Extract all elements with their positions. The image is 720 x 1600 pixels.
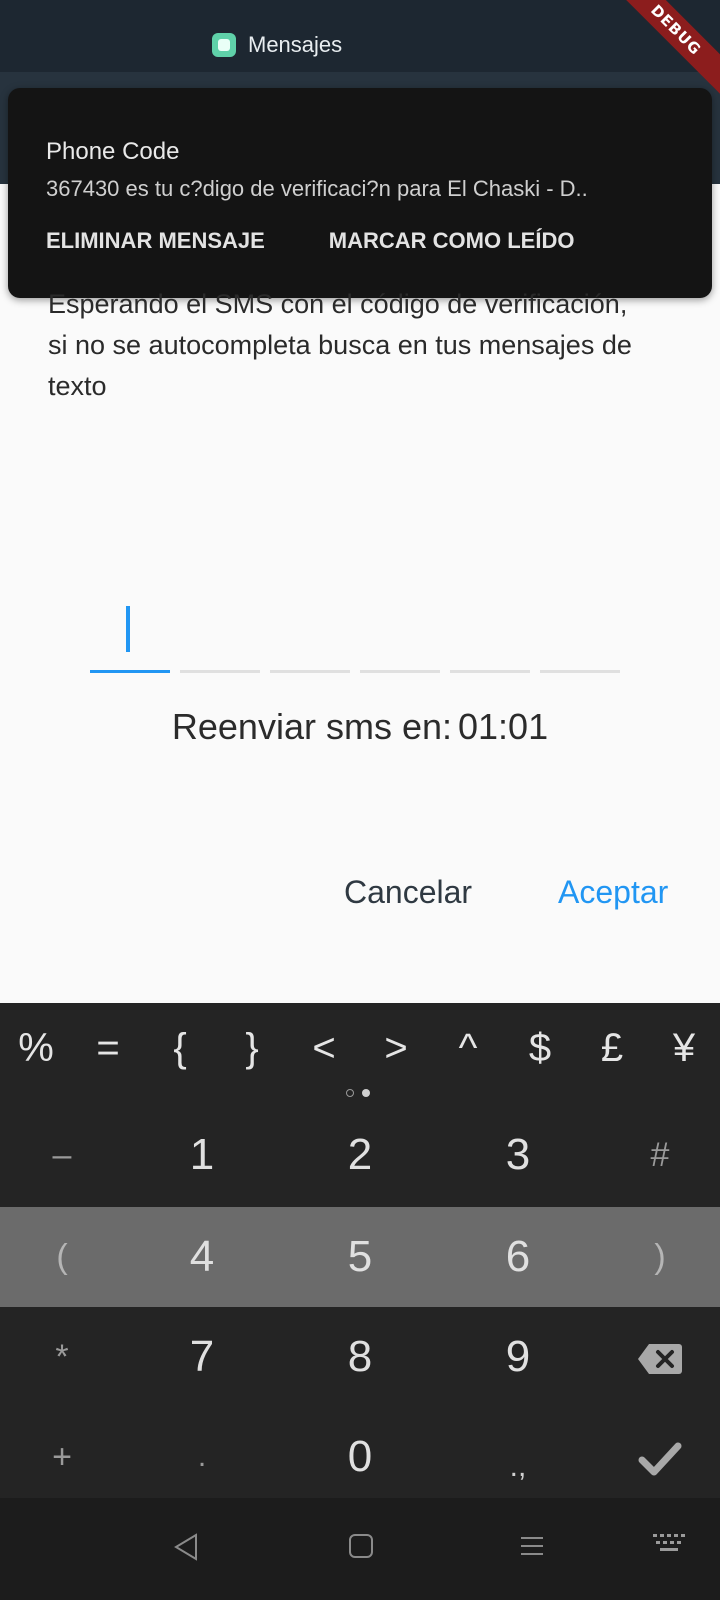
key-right-paren[interactable]: ) bbox=[620, 1207, 700, 1307]
key-row-3: * 7 8 9 bbox=[0, 1307, 720, 1407]
cancel-button[interactable]: Cancelar bbox=[344, 874, 472, 911]
key-row-1: – 1 2 3 # bbox=[0, 1105, 720, 1205]
key-greater-than[interactable]: > bbox=[360, 1003, 432, 1087]
otp-digit-6[interactable] bbox=[540, 670, 620, 673]
key-5[interactable]: 5 bbox=[300, 1207, 420, 1307]
backspace-icon[interactable] bbox=[620, 1307, 700, 1407]
back-icon[interactable] bbox=[172, 1532, 200, 1568]
otp-digit-4[interactable] bbox=[360, 670, 440, 673]
resend-timer: 01:01 bbox=[458, 706, 549, 747]
delete-message-button[interactable]: ELIMINAR MENSAJE bbox=[46, 228, 265, 254]
key-plus[interactable]: + bbox=[22, 1407, 102, 1507]
key-9[interactable]: 9 bbox=[458, 1307, 578, 1407]
key-percent[interactable]: % bbox=[0, 1003, 72, 1087]
key-right-brace[interactable]: } bbox=[216, 1003, 288, 1087]
otp-digit-3[interactable] bbox=[270, 670, 350, 673]
resend-label: Reenviar sms en: bbox=[171, 706, 452, 747]
key-4[interactable]: 4 bbox=[142, 1207, 262, 1307]
key-yen[interactable]: ¥ bbox=[648, 1003, 720, 1087]
mark-as-read-button[interactable]: MARCAR COMO LEÍDO bbox=[329, 228, 575, 254]
key-3[interactable]: 3 bbox=[458, 1105, 578, 1205]
home-icon[interactable] bbox=[348, 1532, 374, 1566]
recents-icon[interactable] bbox=[518, 1532, 546, 1566]
app-name: Mensajes bbox=[248, 32, 343, 57]
key-1[interactable]: 1 bbox=[142, 1105, 262, 1205]
notification-app-chip: Mensajes bbox=[212, 32, 342, 58]
key-pound[interactable]: £ bbox=[576, 1003, 648, 1087]
key-equals[interactable]: = bbox=[72, 1003, 144, 1087]
symbol-row: % = { } < > ^ $ £ ¥ bbox=[0, 1003, 720, 1087]
screen: Mensajes DEBUG Phone Code 367430 es tu c… bbox=[0, 0, 720, 1600]
notification-title: Phone Code bbox=[46, 138, 180, 165]
key-dash[interactable]: – bbox=[22, 1105, 102, 1205]
system-nav-bar bbox=[0, 1498, 720, 1600]
notification-actions: ELIMINAR MENSAJE MARCAR COMO LEÍDO bbox=[46, 228, 638, 254]
key-row-4: + . 0 ., bbox=[0, 1407, 720, 1507]
key-hash[interactable]: # bbox=[620, 1105, 700, 1205]
resend-countdown: Reenviar sms en: 01:01 bbox=[0, 706, 720, 748]
notification-body: 367430 es tu c?digo de verificaci?n para… bbox=[46, 176, 588, 201]
text-cursor bbox=[126, 606, 130, 652]
symbol-page-indicator bbox=[346, 1089, 378, 1097]
key-left-brace[interactable]: { bbox=[144, 1003, 216, 1087]
accept-button[interactable]: Aceptar bbox=[558, 874, 668, 911]
key-7[interactable]: 7 bbox=[142, 1307, 262, 1407]
key-less-than[interactable]: < bbox=[288, 1003, 360, 1087]
key-6[interactable]: 6 bbox=[458, 1207, 578, 1307]
key-period-comma[interactable]: ., bbox=[458, 1407, 578, 1507]
key-8[interactable]: 8 bbox=[300, 1307, 420, 1407]
key-dollar[interactable]: $ bbox=[504, 1003, 576, 1087]
key-2[interactable]: 2 bbox=[300, 1105, 420, 1205]
waiting-message: Esperando el SMS con el código de verifi… bbox=[48, 289, 632, 401]
page-dot bbox=[346, 1089, 354, 1097]
key-period[interactable]: . bbox=[142, 1407, 262, 1507]
otp-input[interactable] bbox=[90, 600, 630, 674]
sms-notification[interactable]: Phone Code 367430 es tu c?digo de verifi… bbox=[8, 88, 712, 298]
key-left-paren[interactable]: ( bbox=[22, 1207, 102, 1307]
check-icon[interactable] bbox=[620, 1407, 700, 1507]
messages-app-icon bbox=[212, 33, 236, 57]
status-bar: Mensajes bbox=[0, 0, 720, 72]
otp-digit-5[interactable] bbox=[450, 670, 530, 673]
key-asterisk[interactable]: * bbox=[22, 1307, 102, 1407]
otp-digit-2[interactable] bbox=[180, 670, 260, 673]
keyboard-switch-icon[interactable] bbox=[652, 1532, 686, 1562]
key-caret[interactable]: ^ bbox=[432, 1003, 504, 1087]
key-row-2: ( 4 5 6 ) bbox=[0, 1207, 720, 1307]
key-0[interactable]: 0 bbox=[300, 1407, 420, 1507]
otp-digit-1[interactable] bbox=[90, 670, 170, 673]
page-dot-active bbox=[362, 1089, 370, 1097]
